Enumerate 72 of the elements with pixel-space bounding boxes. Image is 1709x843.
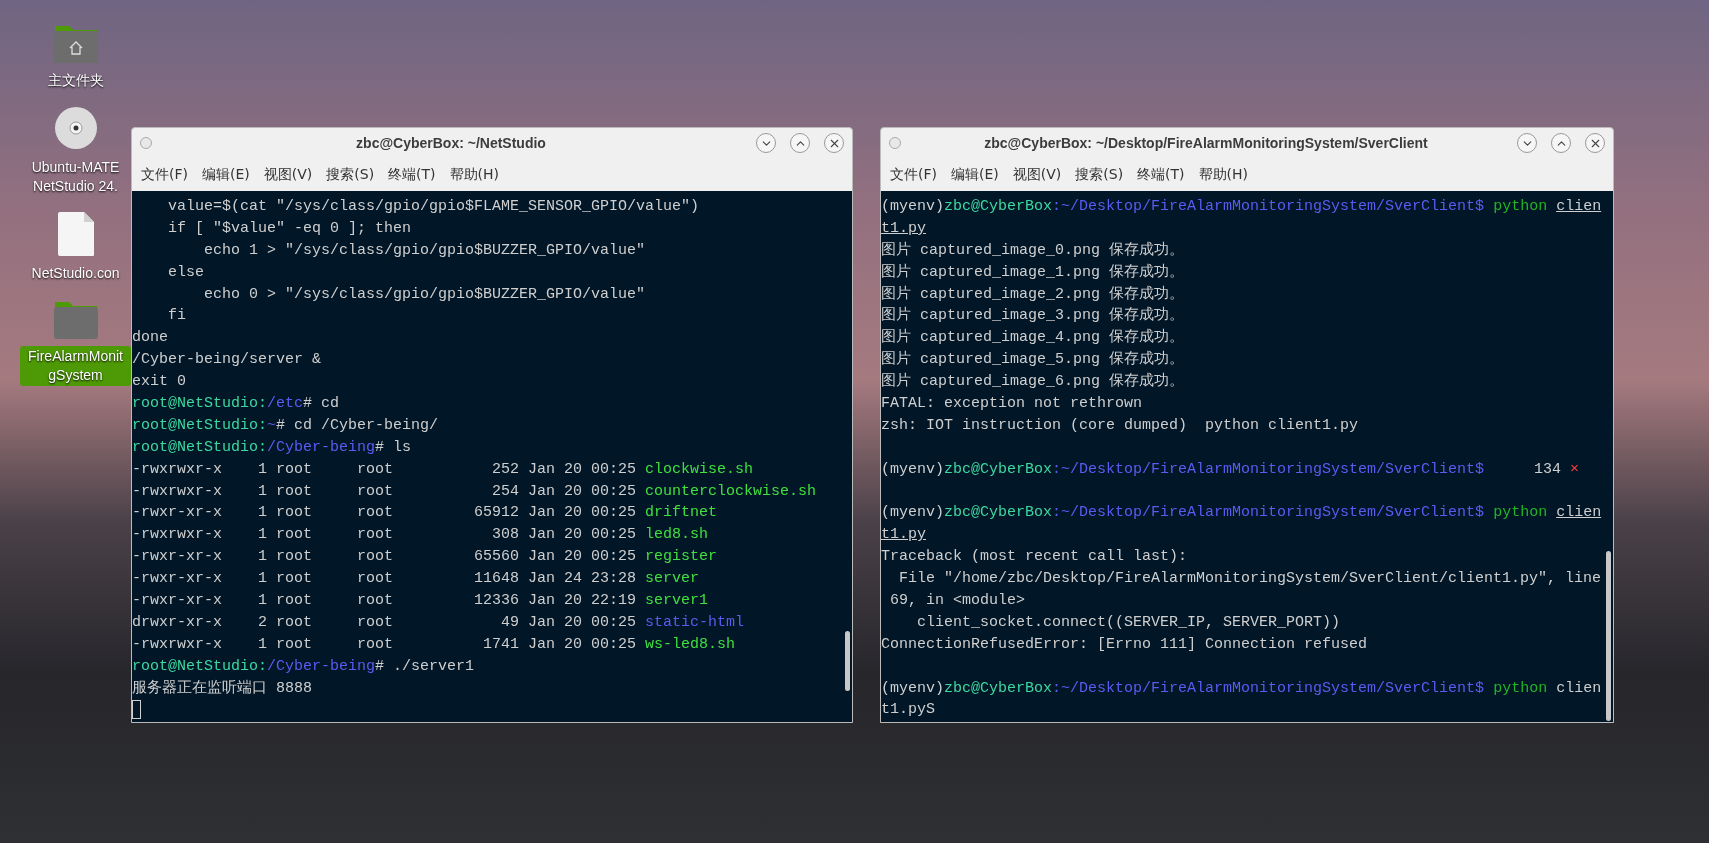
terminal-line: 图片 captured_image_4.png 保存成功。 bbox=[881, 327, 1185, 349]
close-button[interactable] bbox=[824, 133, 844, 153]
minimize-button[interactable] bbox=[1517, 133, 1537, 153]
terminal-line: t1.py bbox=[881, 525, 926, 546]
disc-icon bbox=[52, 105, 99, 151]
maximize-button[interactable] bbox=[790, 133, 810, 153]
terminal-line: -rwxrwxr-x 1 root root 308 Jan 20 00:25 led8.sh bbox=[132, 525, 709, 546]
terminal-line: FATAL: exception not rethrown bbox=[881, 394, 1143, 414]
terminal-line: echo 0 > "/sys/class/gpio/gpio$BUZZER_GPIO/value" bbox=[203, 284, 646, 305]
terminal-line: done bbox=[132, 328, 168, 349]
terminal-line: 图片 captured_image_6.png 保存成功。 bbox=[881, 371, 1185, 393]
menu-item[interactable]: 视图(V) bbox=[1005, 161, 1069, 188]
desktop-icon-label[interactable]: FireAlarmMonit gSystem bbox=[20, 346, 131, 386]
menu-item[interactable]: 编辑(E) bbox=[944, 161, 1006, 188]
terminal-line: ConnectionRefusedError: [Errno 111] Connection refused bbox=[881, 634, 1368, 655]
terminal-line: root@NetStudio:/Cyber-being# ./server1 bbox=[132, 656, 475, 677]
menu-item[interactable]: 文件(F) bbox=[883, 161, 944, 188]
minimize-button[interactable] bbox=[756, 133, 776, 153]
terminal-line: fi bbox=[167, 306, 186, 327]
terminal-line: 69, in <module> bbox=[889, 591, 1026, 612]
terminal-line: -rwxrwxr-x 1 root root 1741 Jan 20 00:25 ws-led8.sh bbox=[132, 634, 736, 655]
document-icon bbox=[56, 211, 95, 257]
desktop-icon-label[interactable]: 主文件夹 bbox=[20, 70, 131, 91]
menu-item[interactable]: 帮助(H) bbox=[442, 161, 507, 188]
terminal-line: -rwxr-xr-x 1 root root 65560 Jan 20 00:25 register bbox=[132, 547, 718, 568]
menu-item[interactable]: 编辑(E) bbox=[195, 161, 257, 188]
terminal-line: exit 0 bbox=[132, 372, 186, 393]
terminal-line: else bbox=[167, 262, 204, 283]
terminal-line: -rwxrwxr-x 1 root root 252 Jan 20 00:25 clockwise.sh bbox=[132, 459, 754, 480]
terminal-line: value=$(cat "/sys/class/gpio/gpio$FLAME_SENSOR_GPIO/value") bbox=[167, 197, 700, 217]
terminal-line: zsh: IOT instruction (core dumped) python client1.py bbox=[881, 415, 1359, 436]
terminal-line: root@NetStudio:/Cyber-being# ls bbox=[132, 437, 412, 458]
terminal-line: client_socket.connect((SERVER_IP, SERVER_PORT)) bbox=[916, 612, 1341, 633]
terminal-line: (myenv)zbc@CyberBox:~/Desktop/FireAlarmMonitoringSystem/SverClient$ python clien bbox=[881, 503, 1602, 524]
terminal-line: root@NetStudio:~# cd /Cyber-being/ bbox=[132, 415, 439, 436]
terminal-line: if [ "$value" -eq 0 ]; then bbox=[167, 218, 412, 239]
terminal-line: drwxr-xr-x 2 root root 49 Jan 20 00:25 static-html bbox=[132, 612, 745, 633]
window-title: zbc@CyberBox: ~/Desktop/FireAlarmMonitoringSystem/SverClient bbox=[983, 135, 1429, 151]
terminal-line: File "/home/zbc/Desktop/FireAlarmMonitoringSystem/SverClient/client1.py", line bbox=[898, 569, 1602, 590]
terminal-line: -rwxr-xr-x 1 root root 65912 Jan 20 00:25 driftnet bbox=[132, 503, 718, 524]
terminal-line: t1.pyS bbox=[881, 700, 935, 721]
terminal-line: 图片 captured_image_5.png 保存成功。 bbox=[881, 349, 1185, 371]
terminal-line: 图片 captured_image_2.png 保存成功。 bbox=[881, 284, 1185, 305]
maximize-button[interactable] bbox=[1551, 133, 1571, 153]
desktop-icon-label[interactable]: NetStudio.con bbox=[20, 263, 131, 284]
terminal-line: (myenv)zbc@CyberBox:~/Desktop/FireAlarmMonitoringSystem/SverClient$ python clien bbox=[881, 197, 1602, 217]
menu-item[interactable]: 搜索(S) bbox=[319, 161, 382, 188]
menu-item[interactable]: 文件(F) bbox=[134, 161, 195, 188]
terminal-line: 图片 captured_image_3.png 保存成功。 bbox=[881, 305, 1185, 327]
terminal-line: echo 1 > "/sys/class/gpio/gpio$BUZZER_GPIO/value" bbox=[203, 240, 646, 261]
text-cursor bbox=[132, 700, 141, 720]
menu-item[interactable]: 搜索(S) bbox=[1068, 161, 1131, 188]
terminal-line: -rwxr-xr-x 1 root root 12336 Jan 20 22:19 server1 bbox=[132, 591, 709, 612]
terminal-line: Traceback (most recent call last): bbox=[881, 547, 1188, 568]
terminal-line: (myenv)zbc@CyberBox:~/Desktop/FireAlarmMonitoringSystem/SverClient$ python clien bbox=[881, 678, 1602, 699]
terminal-line: 服务器正在监听端口 8888 bbox=[132, 678, 312, 699]
menu-item[interactable]: 视图(V) bbox=[256, 161, 320, 188]
terminal-line: /Cyber-being/server & bbox=[132, 350, 322, 371]
exit-status: 134 × bbox=[1533, 459, 1580, 480]
terminal-line: 图片 captured_image_1.png 保存成功。 bbox=[881, 262, 1185, 283]
terminal-line: -rwxr-xr-x 1 root root 11648 Jan 24 23:28 server bbox=[132, 569, 700, 590]
desktop-icon-label[interactable]: Ubuntu-MATE NetStudio 24. bbox=[20, 157, 131, 197]
close-button[interactable] bbox=[1585, 133, 1605, 153]
terminal-line: root@NetStudio:/etc# cd bbox=[132, 394, 340, 414]
terminal-line: 图片 captured_image_0.png 保存成功。 bbox=[881, 240, 1185, 261]
terminal-line: -rwxrwxr-x 1 root root 254 Jan 20 00:25 counterclockwise.sh bbox=[132, 481, 817, 502]
menu-item[interactable]: 终端(T) bbox=[1130, 161, 1192, 188]
window-title: zbc@CyberBox: ~/NetStudio bbox=[355, 135, 547, 151]
terminal-line: t1.py bbox=[881, 218, 926, 239]
menu-item[interactable]: 终端(T) bbox=[381, 161, 443, 188]
menu-item[interactable]: 帮助(H) bbox=[1191, 161, 1256, 188]
terminal-line: (myenv)zbc@CyberBox:~/Desktop/FireAlarmMonitoringSystem/SverClient$ bbox=[881, 459, 1485, 480]
